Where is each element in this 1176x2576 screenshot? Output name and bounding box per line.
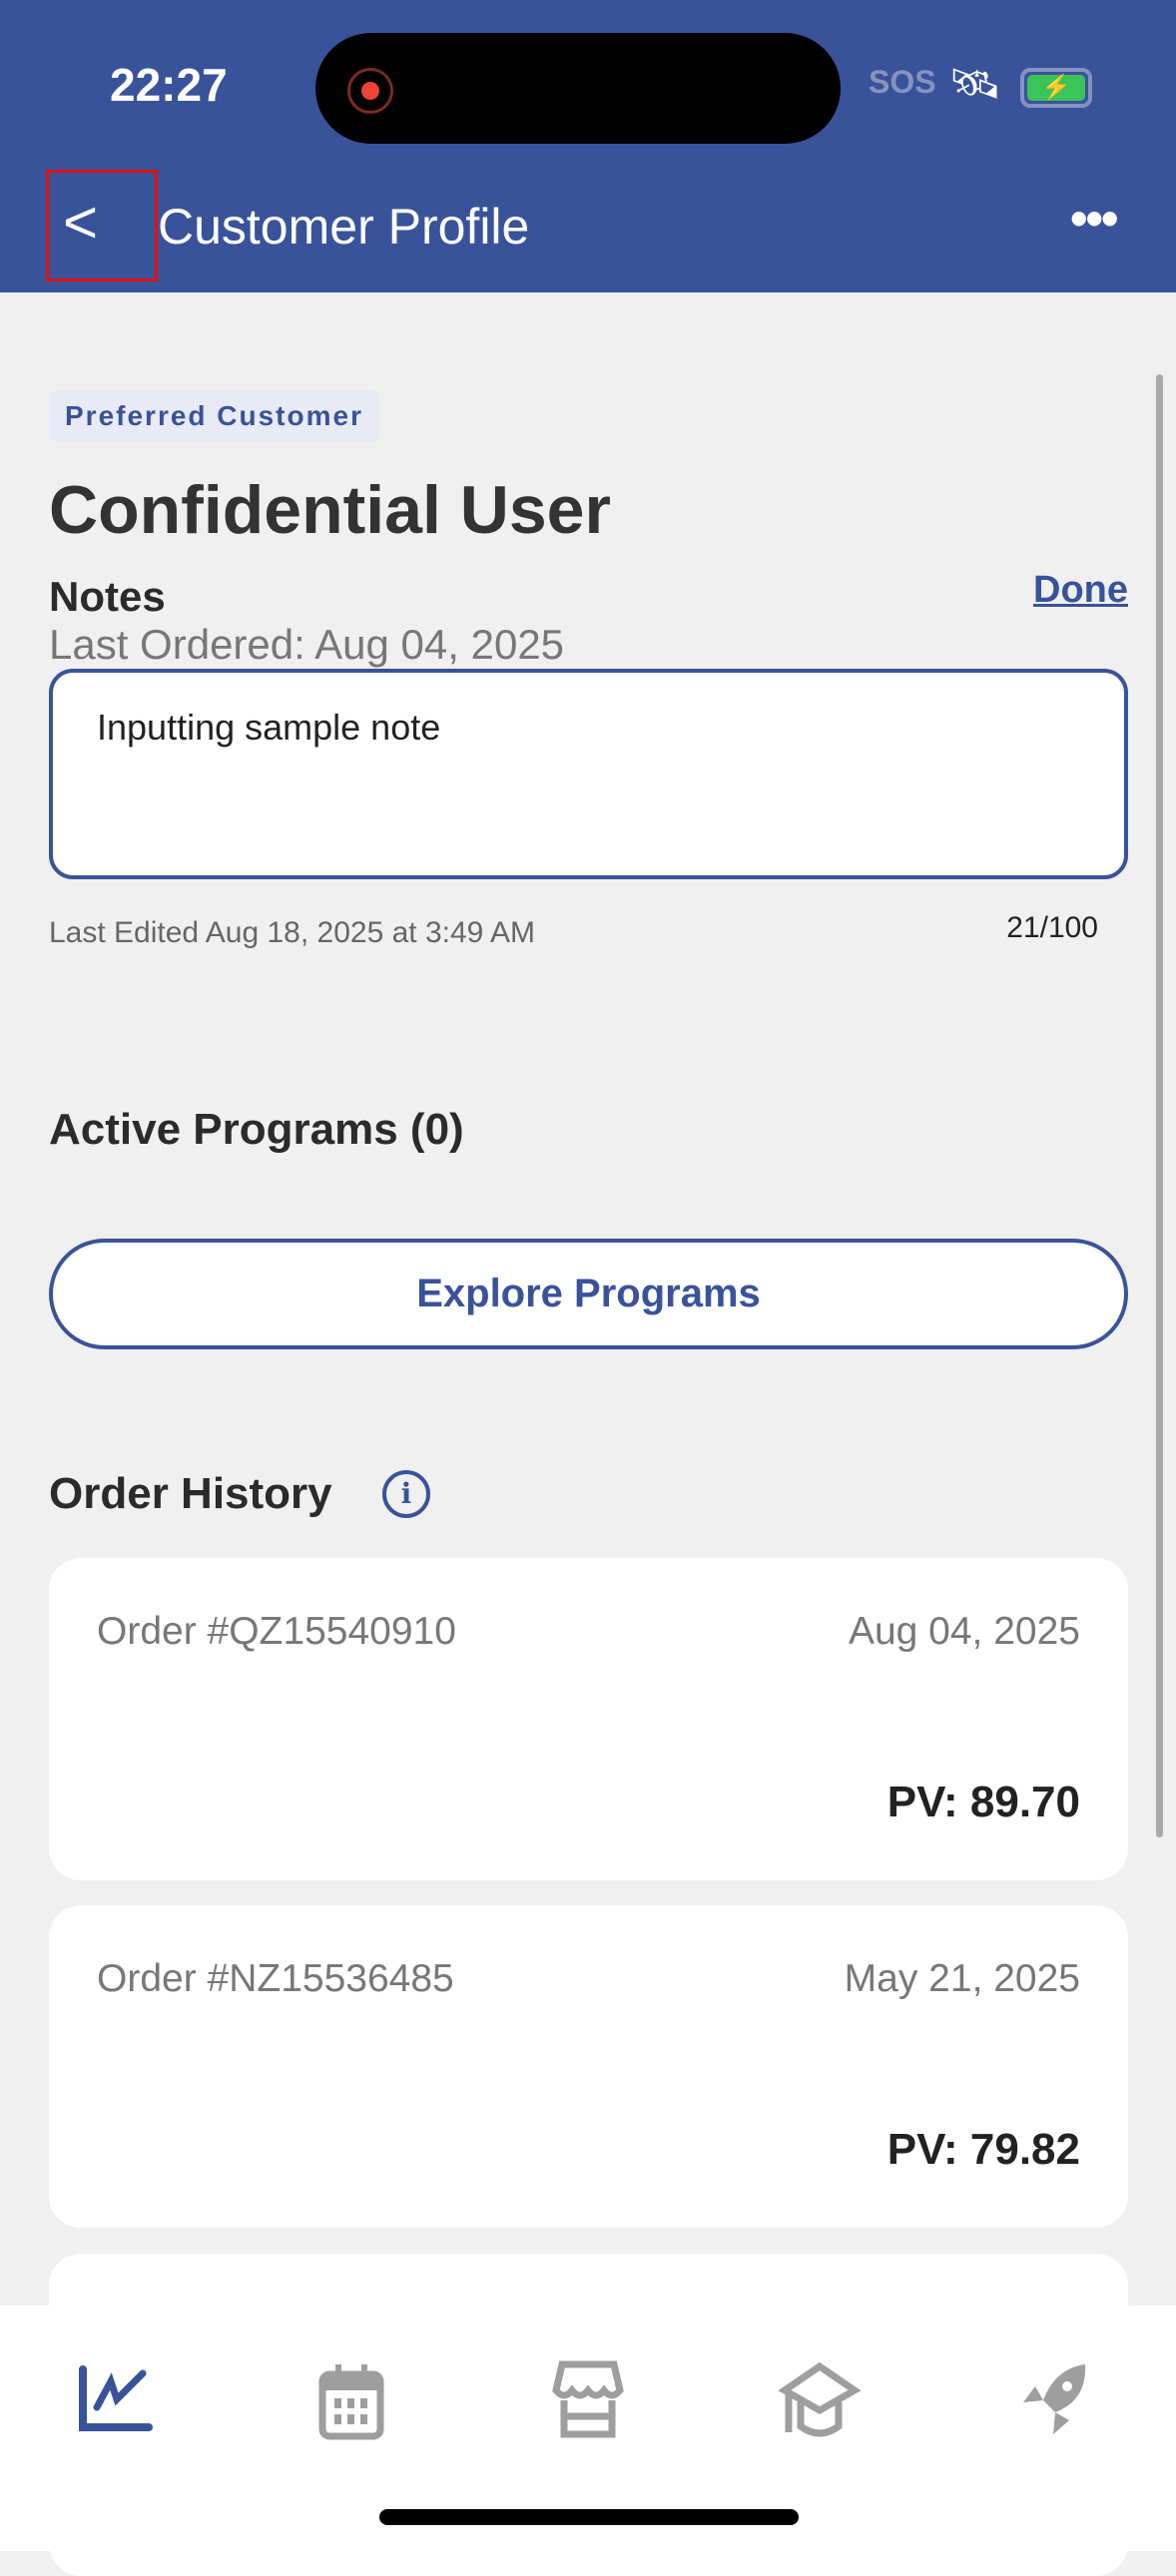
recording-icon — [347, 68, 393, 114]
sos-indicator: SOS — [869, 64, 936, 100]
scrollbar[interactable] — [1156, 374, 1163, 1837]
notes-input[interactable]: Inputting sample note — [49, 669, 1128, 879]
order-card[interactable]: Order #NZ15536485 May 21, 2025 PV: 79.82 — [49, 1905, 1128, 2228]
battery-icon: ⚡ — [1020, 68, 1092, 108]
status-time: 22:27 — [110, 59, 228, 111]
order-date: Aug 04, 2025 — [848, 1610, 1080, 1653]
order-pv: PV: 79.82 — [886, 2125, 1080, 2174]
ellipsis-icon: ••• — [1070, 191, 1118, 247]
order-history-heading: Order History — [49, 1469, 332, 1518]
chart-icon — [79, 2365, 153, 2431]
store-icon — [552, 2360, 624, 2438]
last-edited: Last Edited Aug 18, 2025 at 3:49 AM — [49, 916, 536, 949]
order-number: Order #NZ15536485 — [97, 1957, 454, 2000]
info-icon[interactable]: i — [382, 1470, 430, 1518]
page-title: Customer Profile — [158, 199, 530, 255]
done-button[interactable]: Done — [1022, 569, 1128, 612]
calendar-icon — [318, 2364, 384, 2440]
dynamic-island — [315, 33, 841, 144]
satellite-icon: 🛰 — [948, 60, 1002, 107]
home-indicator — [379, 2509, 799, 2525]
back-button[interactable]: < — [46, 170, 158, 281]
customer-name: Confidential User — [49, 472, 611, 548]
chevron-left-icon: < — [63, 189, 99, 256]
char-count: 21/100 — [1006, 911, 1098, 944]
order-date: May 21, 2025 — [844, 1957, 1080, 2000]
more-options-button[interactable]: ••• — [1070, 190, 1118, 248]
graduation-cap-icon — [778, 2361, 862, 2437]
tab-learning[interactable] — [775, 2355, 865, 2445]
explore-programs-button[interactable]: Explore Programs — [49, 1239, 1128, 1349]
order-card[interactable]: Order #QZ15540910 Aug 04, 2025 PV: 89.70 — [49, 1558, 1128, 1880]
tab-calendar[interactable] — [306, 2355, 396, 2445]
last-ordered: Last Ordered: Aug 04, 2025 — [49, 621, 565, 668]
customer-type-badge: Preferred Customer — [49, 390, 379, 442]
tab-store[interactable] — [543, 2355, 633, 2445]
tab-dashboard[interactable] — [72, 2355, 162, 2445]
rocket-icon — [1023, 2364, 1086, 2434]
notes-label: Notes — [49, 573, 166, 620]
order-number: Order #QZ15540910 — [97, 1610, 456, 1653]
order-pv: PV: 89.70 — [886, 1778, 1080, 1826]
tab-launch[interactable] — [1010, 2355, 1100, 2445]
active-programs-heading: Active Programs (0) — [49, 1105, 464, 1154]
